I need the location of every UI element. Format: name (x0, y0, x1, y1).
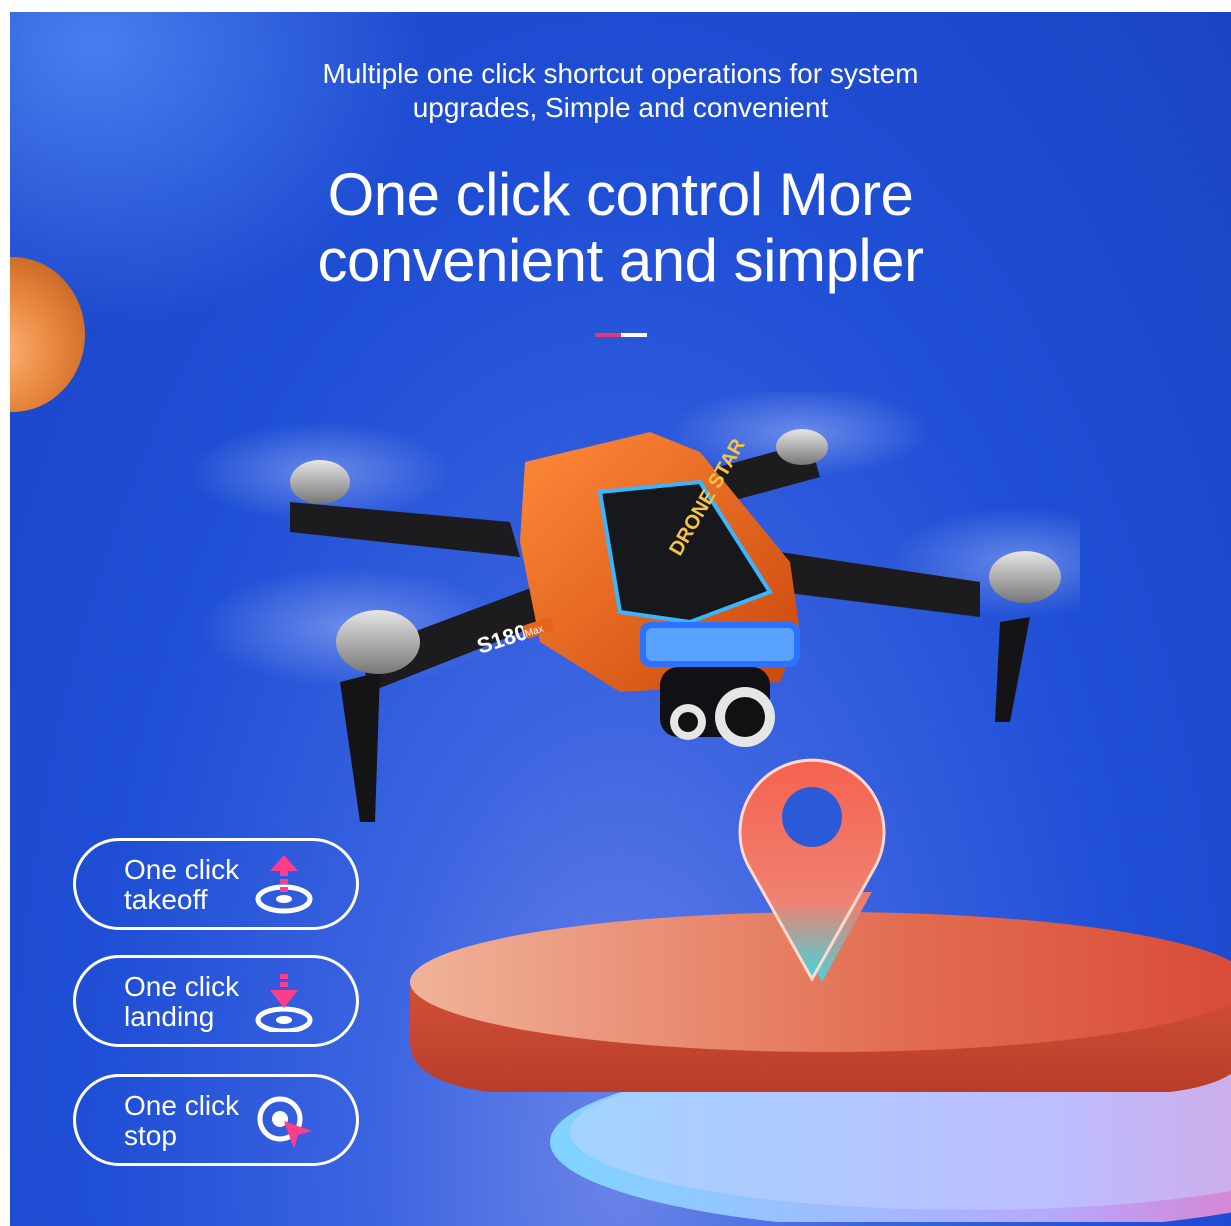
drone-image: DRONE STAR S180 Max (190, 392, 1080, 822)
title-divider (595, 333, 647, 337)
title-line-2: convenient and simpler (317, 227, 924, 294)
feature-landing: One click landing (73, 955, 359, 1047)
landing-icon (255, 974, 313, 1032)
feature-label: One click stop (124, 1090, 240, 1151)
title-line-1: One click control More (327, 161, 914, 228)
feature-stop: One click stop (73, 1074, 359, 1166)
takeoff-icon (255, 855, 313, 914)
subtitle-line-2: upgrades, Simple and convenient (412, 92, 829, 123)
subtitle: Multiple one click shortcut operations f… (10, 57, 1231, 125)
feature-label: One click landing (124, 971, 240, 1032)
location-pin-icon (738, 758, 886, 983)
stop-icon (257, 1096, 312, 1149)
page-title: One click control More convenient and si… (10, 162, 1231, 294)
feature-label: One click takeoff (124, 854, 240, 915)
product-banner: Multiple one click shortcut operations f… (10, 12, 1231, 1226)
feature-takeoff: One click takeoff (73, 838, 359, 930)
subtitle-line-1: Multiple one click shortcut operations f… (322, 58, 919, 89)
